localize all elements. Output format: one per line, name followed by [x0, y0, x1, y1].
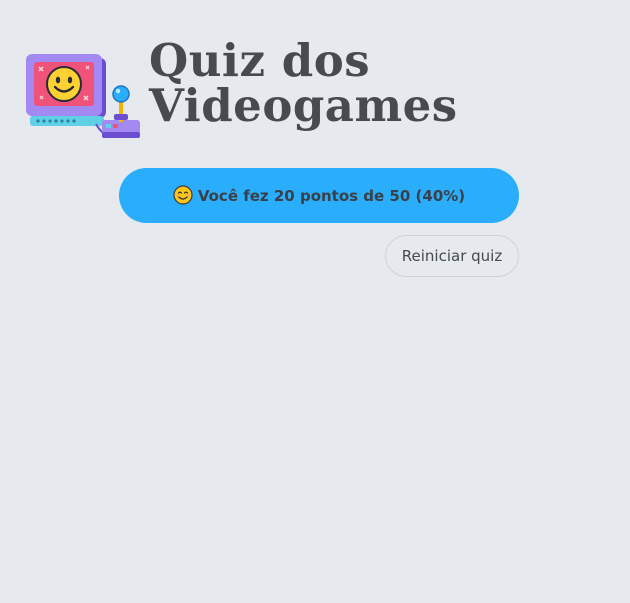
smiling-face-icon — [173, 185, 193, 205]
header: Quiz dos Videogames — [26, 36, 630, 158]
quiz-page: Quiz dos Videogames Você fez 20 pontos d… — [0, 0, 630, 603]
restart-quiz-button[interactable]: Reiniciar quiz — [385, 235, 519, 277]
retro-computer-joystick-icon — [26, 52, 142, 142]
score-result-banner: Você fez 20 pontos de 50 (40%) — [119, 168, 519, 223]
page-title: Quiz dos Videogames — [149, 34, 458, 132]
score-text: Você fez 20 pontos de 50 (40%) — [197, 186, 466, 205]
